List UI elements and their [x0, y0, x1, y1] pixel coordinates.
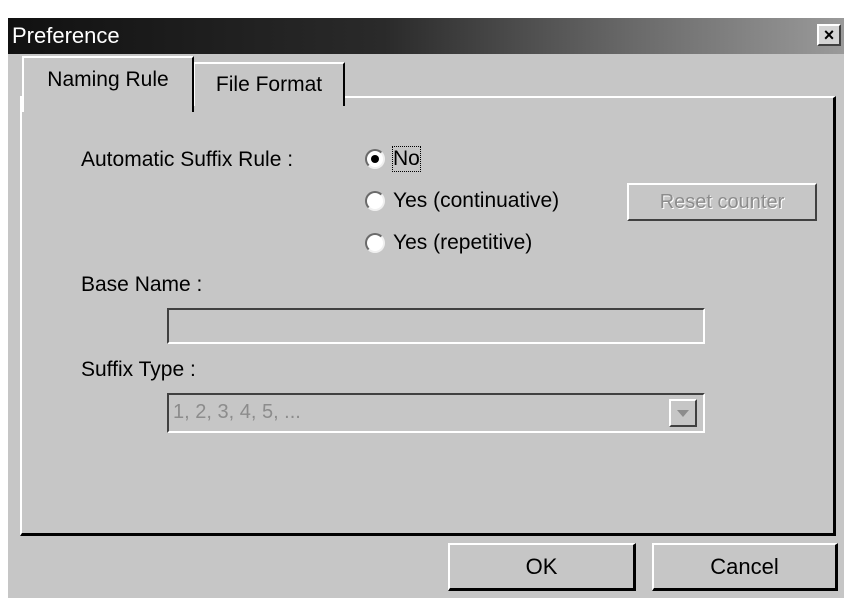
suffix-type-label: Suffix Type :: [81, 358, 196, 381]
tab-naming-rule[interactable]: Naming Rule: [22, 56, 194, 112]
radio-suffix-no-label: No: [392, 146, 421, 172]
base-name-label: Base Name :: [81, 273, 203, 296]
close-icon: ×: [823, 25, 835, 45]
close-button[interactable]: ×: [817, 24, 841, 46]
radio-suffix-continuative-label: Yes (continuative): [393, 189, 560, 212]
base-name-input[interactable]: [167, 308, 705, 344]
title-bar[interactable]: Preference ×: [8, 18, 844, 54]
window-title: Preference: [12, 23, 120, 48]
chevron-down-icon: [677, 409, 689, 417]
radio-button[interactable]: [365, 233, 385, 253]
ok-button-label: OK: [525, 553, 558, 579]
tab-file-format[interactable]: File Format: [193, 62, 345, 106]
suffix-type-dropdown-button[interactable]: [669, 399, 697, 427]
radio-button[interactable]: [365, 191, 385, 211]
reset-counter-button[interactable]: Reset counter: [627, 183, 817, 221]
radio-suffix-continuative[interactable]: Yes (continuative): [365, 189, 559, 213]
reset-counter-label: Reset counter: [659, 190, 785, 213]
tab-file-format-label: File Format: [215, 73, 323, 96]
radio-button[interactable]: [365, 149, 385, 169]
radio-suffix-repetitive[interactable]: Yes (repetitive): [365, 231, 532, 255]
suffix-rule-label: Automatic Suffix Rule :: [81, 148, 294, 171]
suffix-type-value: 1, 2, 3, 4, 5, ...: [173, 401, 301, 423]
ok-button[interactable]: OK: [448, 543, 636, 591]
cancel-button-label: Cancel: [710, 553, 779, 579]
radio-suffix-repetitive-label: Yes (repetitive): [393, 231, 533, 254]
cancel-button[interactable]: Cancel: [652, 543, 838, 591]
suffix-type-select[interactable]: 1, 2, 3, 4, 5, ...: [167, 393, 705, 433]
tab-naming-rule-label: Naming Rule: [47, 68, 169, 91]
radio-suffix-no[interactable]: No: [365, 146, 421, 172]
